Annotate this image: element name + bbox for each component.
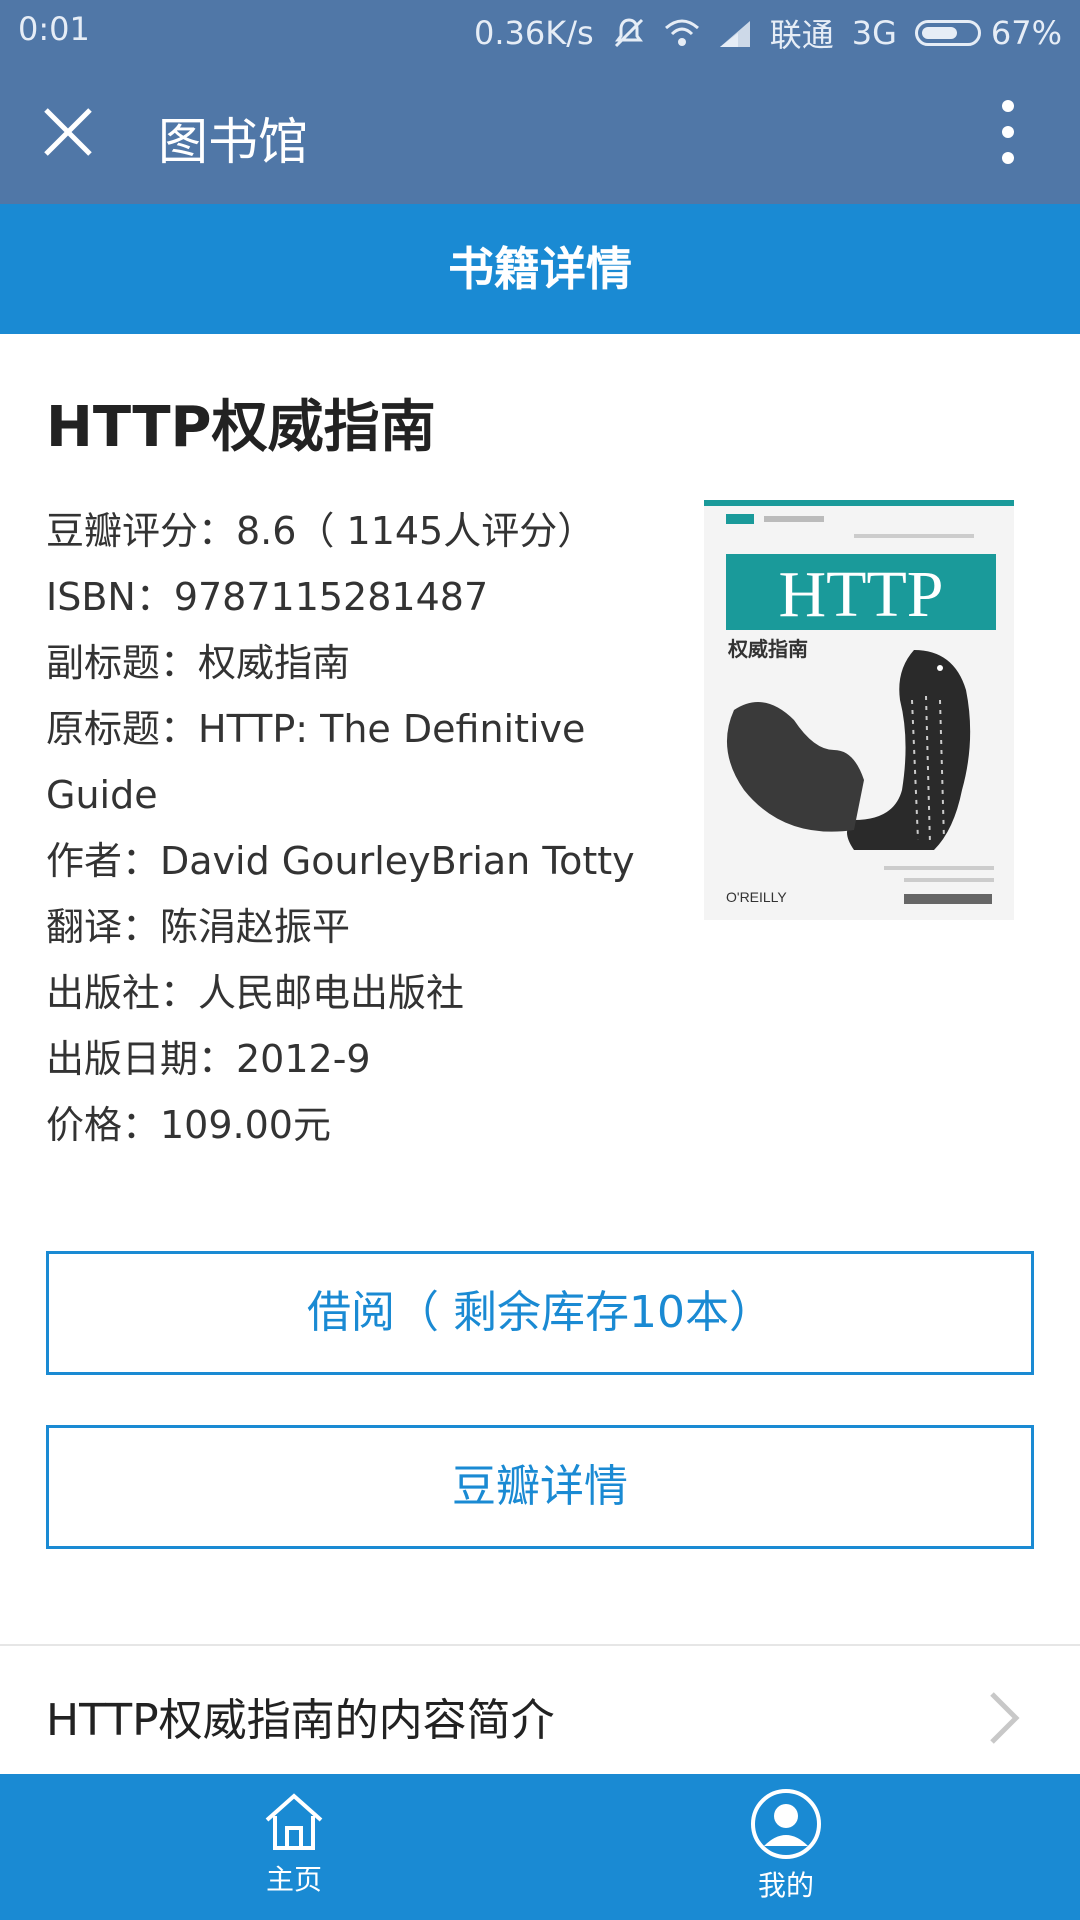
app-title: 图书馆	[158, 113, 308, 171]
network-type: 3G	[851, 14, 897, 52]
intro-link[interactable]: HTTP权威指南的内容简介	[46, 1684, 555, 1748]
book-details: 豆瓣评分：8.6（ 1145人评分） ISBN：9787115281487 副标…	[46, 498, 686, 1158]
status-right: 0.36K/s 联通 3G 67%	[474, 10, 1062, 56]
book-cover: HTTP 权威指南 O'REILLY	[704, 500, 1014, 920]
app-bar: 图书馆	[0, 60, 1080, 204]
tab-home[interactable]: 主页	[194, 1788, 394, 1898]
user-icon	[686, 1788, 886, 1860]
divider	[0, 1644, 1080, 1646]
carrier: 联通	[769, 16, 834, 54]
wifi-icon	[664, 18, 700, 48]
tab-mine[interactable]: 我的	[686, 1788, 886, 1904]
book-title: HTTP权威指南	[46, 395, 436, 460]
tab-bar: 主页 我的	[0, 1774, 1080, 1920]
chevron-right-icon[interactable]	[986, 1690, 1022, 1746]
detail-publisher: 出版社：人民邮电出版社	[46, 971, 465, 1015]
detail-isbn: ISBN：9787115281487	[46, 575, 489, 619]
tab-home-label: 主页	[265, 1863, 322, 1896]
detail-rating: 豆瓣评分：8.6（ 1145人评分）	[46, 509, 596, 553]
detail-subtitle: 副标题：权威指南	[46, 641, 351, 685]
mute-icon	[612, 16, 646, 50]
status-time: 0:01	[18, 10, 90, 48]
close-icon[interactable]	[40, 104, 96, 160]
battery-fill	[921, 27, 957, 39]
network-speed: 0.36K/s	[474, 14, 594, 52]
battery-icon	[914, 20, 981, 46]
battery-percent: 67%	[990, 14, 1062, 52]
detail-publish-date: 出版日期：2012-9	[46, 1037, 371, 1081]
battery: 67%	[914, 14, 1062, 52]
home-icon	[194, 1788, 394, 1854]
borrow-button[interactable]: 借阅（ 剩余库存10本）	[46, 1251, 1034, 1375]
detail-original-title: 原标题：HTTP: The Definitive Guide	[46, 707, 586, 817]
detail-price: 价格：109.00元	[46, 1103, 331, 1147]
status-bar: 0:01 0.36K/s 联通 3G 67%	[0, 0, 1080, 60]
douban-details-button[interactable]: 豆瓣详情	[46, 1425, 1034, 1549]
cover-publisher: O'REILLY	[726, 889, 787, 905]
page-header: 书籍详情	[0, 204, 1080, 334]
tab-mine-label: 我的	[757, 1869, 814, 1902]
detail-author: 作者：David GourleyBrian Totty	[46, 839, 635, 883]
detail-translator: 翻译：陈涓赵振平	[46, 905, 351, 949]
cover-title: HTTP	[779, 558, 944, 631]
signal-icon	[718, 19, 752, 47]
cover-subtitle: 权威指南	[727, 637, 808, 661]
more-vertical-icon[interactable]	[988, 96, 1028, 168]
